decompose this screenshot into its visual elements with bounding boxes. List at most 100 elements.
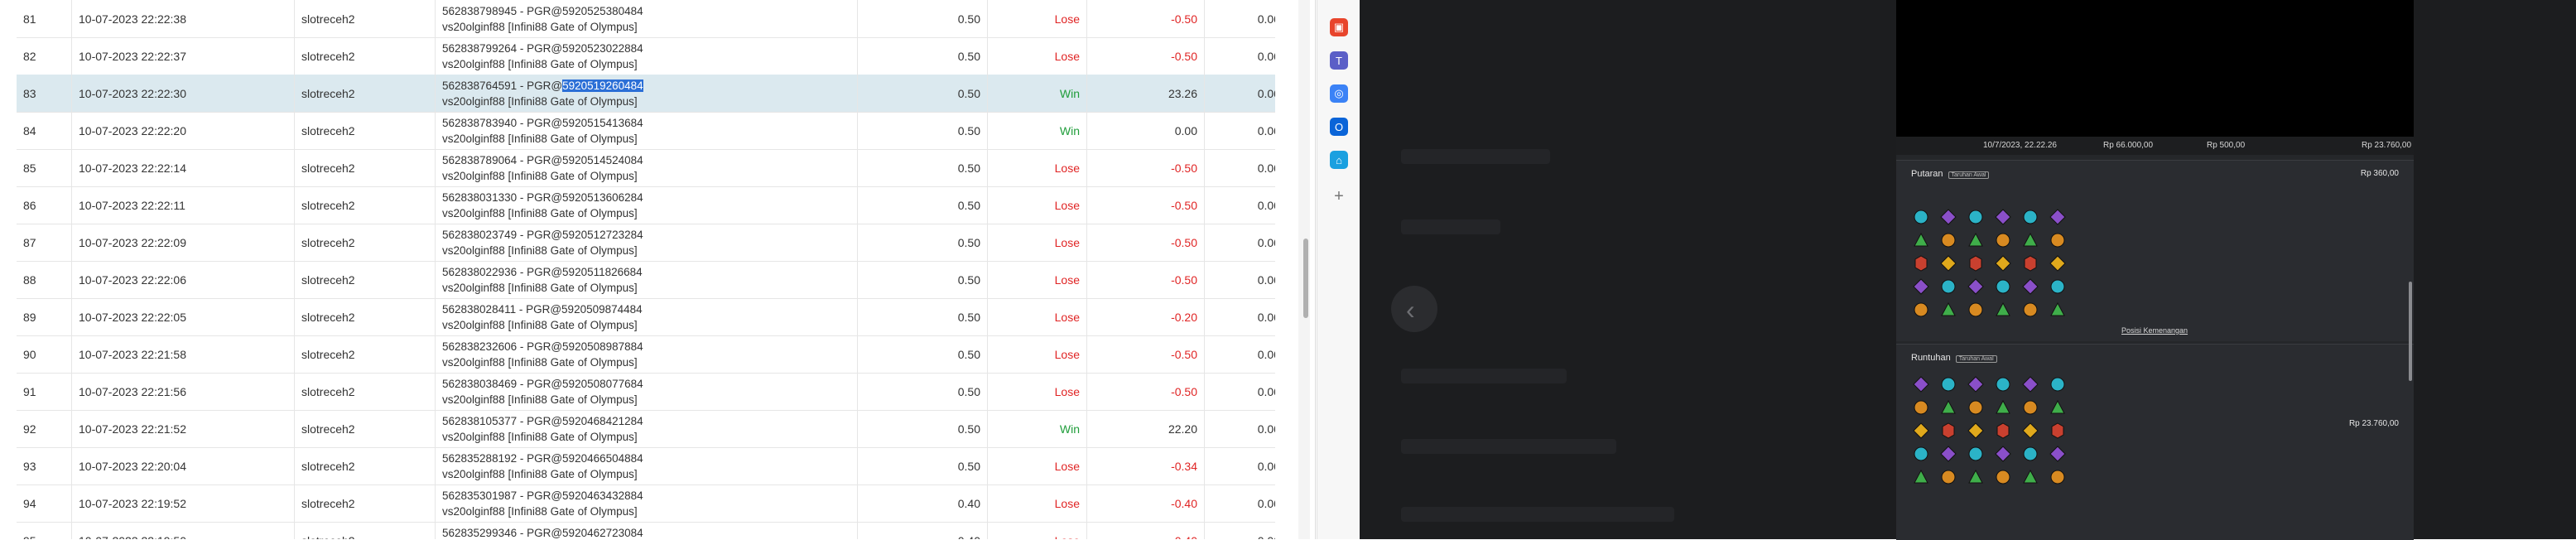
gem-symbol-icon bbox=[1940, 209, 1957, 225]
row-username: slotreceh2 bbox=[294, 410, 435, 447]
row-winloss: -0.50 bbox=[1086, 261, 1204, 298]
row-winloss: -0.20 bbox=[1086, 298, 1204, 335]
game-name: vs20olginf88 [Infini88 Gate of Olympus] bbox=[442, 467, 638, 480]
row-username: slotreceh2 bbox=[294, 485, 435, 522]
table-row[interactable]: 87 10-07-2023 22:22:09 slotreceh2 562838023… bbox=[17, 224, 1275, 262]
table-row[interactable]: 94 10-07-2023 22:19:52 slotreceh2 562835301… bbox=[17, 485, 1275, 523]
row-username: slotreceh2 bbox=[294, 37, 435, 75]
gem-symbol-icon bbox=[1940, 301, 1957, 318]
table-row[interactable]: 81 10-07-2023 22:22:38 slotreceh2 562838798… bbox=[17, 0, 1275, 38]
gem-symbol-icon bbox=[2022, 255, 2039, 272]
gem-symbol-icon bbox=[2049, 278, 2066, 295]
table-row[interactable]: 90 10-07-2023 22:21:58 slotreceh2 562838232… bbox=[17, 335, 1275, 374]
row-result: Lose bbox=[987, 335, 1086, 373]
row-bet: 0.40 bbox=[857, 522, 987, 539]
gem-symbol-icon bbox=[1940, 422, 1957, 439]
outlook-icon[interactable]: O bbox=[1330, 118, 1348, 136]
row-number: 94 bbox=[23, 496, 36, 510]
gem-symbol-icon bbox=[1995, 209, 2011, 225]
gem-symbol-icon bbox=[1913, 255, 1929, 272]
gem-symbol-icon bbox=[1940, 446, 1957, 462]
table-row[interactable]: 85 10-07-2023 22:22:14 slotreceh2 562838789… bbox=[17, 149, 1275, 187]
table-scroll-thumb[interactable] bbox=[1303, 239, 1308, 318]
row-winloss: -0.40 bbox=[1086, 485, 1204, 522]
game-name: vs20olginf88 [Infini88 Gate of Olympus] bbox=[442, 94, 638, 108]
table-row[interactable]: 84 10-07-2023 22:22:20 slotreceh2 562838783… bbox=[17, 112, 1275, 150]
shopping-icon[interactable]: ⌂ bbox=[1330, 151, 1348, 169]
spin-panel: Putaran Taruhan Awal Rp 360,00 Posisi Kem… bbox=[1896, 160, 2414, 341]
game-name: vs20olginf88 [Infini88 Gate of Olympus] bbox=[442, 132, 638, 145]
win-position-link[interactable]: Posisi Kemenangan bbox=[2121, 326, 2188, 335]
table-row[interactable]: 82 10-07-2023 22:22:37 slotreceh2 562838799… bbox=[17, 37, 1275, 75]
gem-symbol-icon bbox=[1940, 469, 1957, 485]
add-icon[interactable]: + bbox=[1330, 187, 1348, 205]
gem-symbol-icon bbox=[1995, 399, 2011, 416]
round-id: 562838783940 - PGR@5920515413684 bbox=[442, 116, 643, 129]
spin-tag: Taruhan Awal bbox=[1948, 171, 1990, 179]
row-balance: 0.00 bbox=[1204, 298, 1275, 335]
row-username: slotreceh2 bbox=[294, 149, 435, 186]
row-bet: 0.50 bbox=[857, 37, 987, 75]
gem-symbol-icon bbox=[2022, 376, 2039, 393]
round-id: 562838789064 - PGR@5920514524084 bbox=[442, 153, 643, 166]
row-number: 93 bbox=[23, 459, 36, 473]
history-table-area: 81 10-07-2023 22:22:38 slotreceh2 562838798… bbox=[0, 0, 1275, 539]
gem-symbol-icon bbox=[1995, 469, 2011, 485]
row-description: 562835288192 - PGR@5920466504884 vs20olgi… bbox=[435, 447, 857, 485]
gem-symbol-icon bbox=[2049, 469, 2066, 485]
gem-symbol-icon bbox=[1995, 232, 2011, 248]
row-balance: 0.00 bbox=[1204, 186, 1275, 224]
gem-symbol-icon bbox=[2022, 469, 2039, 485]
round-id: 562838028411 - PGR@5920509874484 bbox=[442, 302, 643, 316]
round-id: 562838022936 - PGR@5920511826684 bbox=[442, 265, 643, 278]
gem-symbol-icon bbox=[1913, 232, 1929, 248]
row-description: 562835299346 - PGR@5920462723084vs20olgi… bbox=[435, 522, 857, 539]
row-number: 89 bbox=[23, 310, 36, 324]
table-row[interactable]: 91 10-07-2023 22:21:56 slotreceh2 562838038… bbox=[17, 373, 1275, 411]
table-row[interactable]: 93 10-07-2023 22:20:04 slotreceh2 562835288… bbox=[17, 447, 1275, 485]
gem-symbol-icon bbox=[2022, 232, 2039, 248]
toolbox-icon[interactable]: ▣ bbox=[1330, 18, 1348, 36]
table-row[interactable]: 88 10-07-2023 22:22:06 slotreceh2 562838022… bbox=[17, 261, 1275, 299]
row-username: slotreceh2 bbox=[294, 186, 435, 224]
highlighted-text: 5920519260484 bbox=[562, 79, 643, 92]
row-result: Lose bbox=[987, 224, 1086, 261]
row-datetime: 10-07-2023 22:22:09 bbox=[71, 224, 294, 261]
tumble-amount: Rp 23.760,00 bbox=[2348, 419, 2399, 428]
table-row[interactable]: 83 10-07-2023 22:22:30 slotreceh2 562838764… bbox=[17, 75, 1275, 113]
gem-symbol-icon bbox=[2049, 209, 2066, 225]
copilot-icon[interactable]: ◎ bbox=[1330, 84, 1348, 103]
table-row[interactable]: 86 10-07-2023 22:22:11 slotreceh2 562838031… bbox=[17, 186, 1275, 224]
detail-scrollbar[interactable] bbox=[2409, 282, 2412, 381]
gem-symbol-icon bbox=[2049, 399, 2066, 416]
row-datetime: 10-07-2023 22:19:50 bbox=[71, 522, 294, 539]
round-summary-row: 10/7/2023, 22.22.26 Rp 66.000,00 Rp 500,… bbox=[1896, 137, 2414, 155]
row-winloss: -0.40 bbox=[1086, 522, 1204, 539]
placeholder-bar bbox=[1401, 507, 1674, 522]
game-name: vs20olginf88 [Infini88 Gate of Olympus] bbox=[442, 206, 638, 219]
row-bet: 0.50 bbox=[857, 75, 987, 112]
gem-symbol-icon bbox=[1913, 278, 1929, 295]
row-result: Lose bbox=[987, 373, 1086, 410]
gem-symbol-icon bbox=[1913, 469, 1929, 485]
row-datetime: 10-07-2023 22:19:52 bbox=[71, 485, 294, 522]
table-row[interactable]: 92 10-07-2023 22:21:52 slotreceh2 562838105… bbox=[17, 410, 1275, 448]
row-balance: 0.00 bbox=[1204, 112, 1275, 149]
row-winloss: -0.50 bbox=[1086, 37, 1204, 75]
round-id: 562835301987 - PGR@5920463432884 bbox=[442, 489, 643, 502]
tumble-title: Runtuhan Taruhan Awal bbox=[1911, 353, 1997, 363]
chevron-left-icon: ‹ bbox=[1406, 295, 1415, 325]
row-result: Lose bbox=[987, 298, 1086, 335]
spin-title: Putaran Taruhan Awal bbox=[1911, 169, 1990, 179]
table-row[interactable]: 89 10-07-2023 22:22:05 slotreceh2 562838028… bbox=[17, 298, 1275, 336]
row-balance: 0.00 bbox=[1204, 75, 1275, 112]
round-id: 562838105377 - PGR@5920468421284 bbox=[442, 414, 643, 427]
row-winloss: -0.50 bbox=[1086, 373, 1204, 410]
row-number: 81 bbox=[23, 12, 36, 26]
table-row[interactable]: 9510-07-2023 22:19:50slotreceh2562835299… bbox=[17, 522, 1275, 539]
row-balance: 0.00 bbox=[1204, 373, 1275, 410]
teams-icon[interactable]: T bbox=[1330, 51, 1348, 70]
pane-divider bbox=[1315, 0, 1316, 539]
row-description: 562838038469 - PGR@5920508077684 vs20olgi… bbox=[435, 373, 857, 410]
gem-symbol-icon bbox=[1967, 301, 1984, 318]
